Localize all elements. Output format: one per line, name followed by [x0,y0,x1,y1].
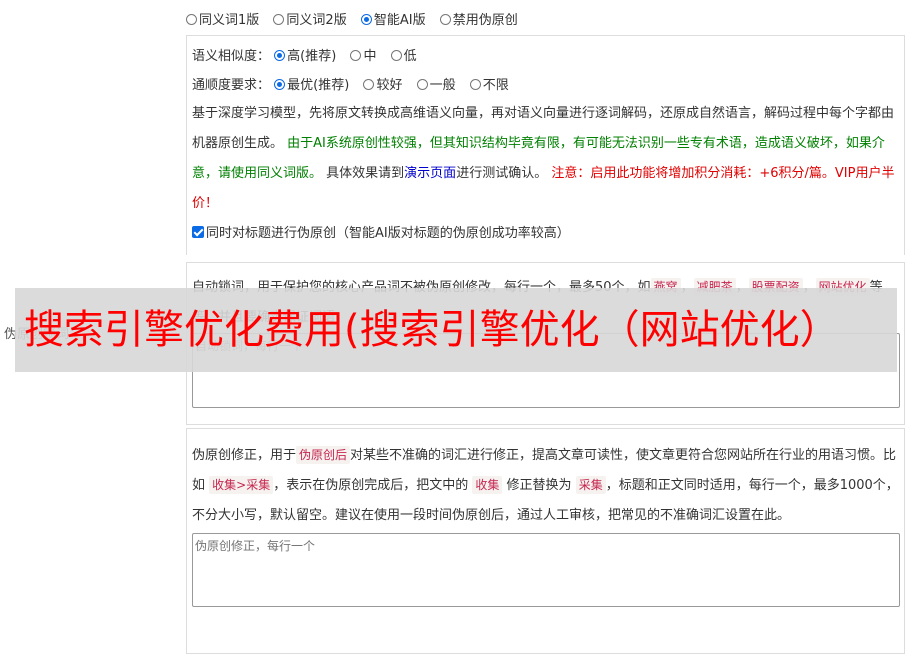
version-radio-group: 同义词1版 同义词2版 智能AI版 禁用伪原创 [186,9,528,28]
version-option-synonym1[interactable]: 同义词1版 [186,9,259,28]
example-tag: 伪原创后 [296,446,351,464]
version-option-disable[interactable]: 禁用伪原创 [439,9,518,28]
example-tag: 收集 [472,476,503,494]
correction-textarea[interactable] [192,533,900,607]
radio-icon[interactable] [273,14,285,25]
fluency-option-best[interactable]: 最优(推荐) [274,71,349,100]
example-tag: 收集>采集 [209,476,274,494]
radio-icon[interactable] [186,14,197,25]
radio-icon[interactable] [416,79,428,90]
title-option-row[interactable]: 同时对标题进行伪原创（智能AI版对标题的伪原创成功率较高） [192,219,899,248]
checkbox-checked-icon[interactable] [192,226,204,238]
similarity-label: 语义相似度： [192,49,271,64]
radio-icon[interactable] [390,50,402,61]
radio-icon[interactable] [363,79,375,90]
fluency-label: 通顺度要求： [192,78,271,93]
radio-selected-icon[interactable] [274,79,286,90]
similarity-option-low[interactable]: 低 [390,42,417,71]
radio-selected-icon[interactable] [360,14,372,25]
fluency-row: 通顺度要求： 最优(推荐) 较好 一般 不限 [192,71,899,100]
radio-icon[interactable] [469,79,481,90]
fluency-option-good[interactable]: 较好 [363,71,402,100]
ai-description: 基于深度学习模型，先将原文转换成高维语义向量，再对语义向量进行逐词解码，还原成自… [192,106,895,211]
fluency-option-unlimited[interactable]: 不限 [469,71,509,100]
version-option-synonym2[interactable]: 同义词2版 [273,9,347,28]
radio-icon[interactable] [439,14,451,25]
correction-panel: 伪原创修正，用于 伪原创后 对某些不准确的词汇进行修正，提高文章可读性，使文章更符合… [186,428,905,654]
version-option-ai[interactable]: 智能AI版 [360,9,426,28]
radio-selected-icon[interactable] [274,50,286,61]
example-tag: 采集 [575,476,606,494]
fluency-option-normal[interactable]: 一般 [416,71,456,100]
similarity-option-high[interactable]: 高(推荐) [274,42,336,71]
ai-settings-panel: 语义相似度： 高(推荐) 中 低 通顺度要求： 最优(推荐) 较好 一般 不限 … [186,35,905,255]
similarity-option-medium[interactable]: 中 [350,42,376,71]
similarity-row: 语义相似度： 高(推荐) 中 低 [192,42,899,71]
radio-icon[interactable] [350,50,362,61]
overlay-title: 搜索引擎优化费用(搜索引擎优化（网站优化） [24,307,840,353]
correction-description: 伪原创修正，用于 伪原创后 对某些不准确的词汇进行修正，提高文章可读性，使文章更符合… [192,446,899,523]
title-option-label: 同时对标题进行伪原创（智能AI版对标题的伪原创成功率较高） [206,226,570,241]
demo-page-link[interactable]: 演示页面 [404,166,456,181]
